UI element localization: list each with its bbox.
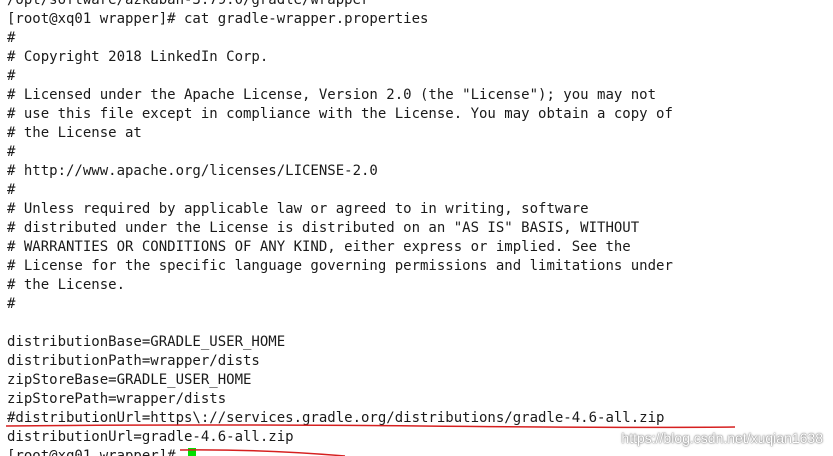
terminal-line: # License for the specific language gove… [7,258,673,274]
terminal-line: # use this file except in compliance wit… [7,106,673,122]
terminal-line: # [7,144,16,160]
terminal-line: # [7,30,16,46]
terminal-line: # distributed under the License is distr… [7,220,640,236]
terminal-window[interactable]: /opt/software/azkaban-3.79.0/gradle/wrap… [0,0,833,456]
terminal-line-commented-url: #distributionUrl=https\://services.gradl… [7,410,665,426]
terminal-line: # [7,182,16,198]
terminal-line-path: /opt/software/azkaban-3.79.0/gradle/wrap… [7,0,370,8]
terminal-line: # [7,296,16,312]
terminal-line: # WARRANTIES OR CONDITIONS OF ANY KIND, … [7,239,631,255]
terminal-line-distribution-url: distributionUrl=gradle-4.6-all.zip [7,429,294,445]
terminal-line: distributionPath=wrapper/dists [7,353,260,369]
terminal-line: # Copyright 2018 LinkedIn Corp. [7,49,269,65]
terminal-line: # the License at [7,125,142,141]
terminal-cursor [188,448,197,456]
terminal-line: # [7,68,16,84]
terminal-line: zipStoreBase=GRADLE_USER_HOME [7,372,252,388]
terminal-line: # http://www.apache.org/licenses/LICENSE… [7,163,378,179]
csdn-watermark: https://blog.csdn.net/xuqian1638 [621,430,823,446]
terminal-line: distributionBase=GRADLE_USER_HOME [7,334,286,350]
terminal-prompt: [root@xq01 wrapper]# [7,448,185,456]
terminal-prompt-line[interactable]: [root@xq01 wrapper]# [7,447,197,456]
terminal-line-command: [root@xq01 wrapper]# cat gradle-wrapper.… [7,11,429,27]
terminal-line: # the License. [7,277,126,293]
terminal-line: # Unless required by applicable law or a… [7,201,589,217]
terminal-line: zipStorePath=wrapper/dists [7,391,227,407]
terminal-line: # Licensed under the Apache License, Ver… [7,87,657,103]
